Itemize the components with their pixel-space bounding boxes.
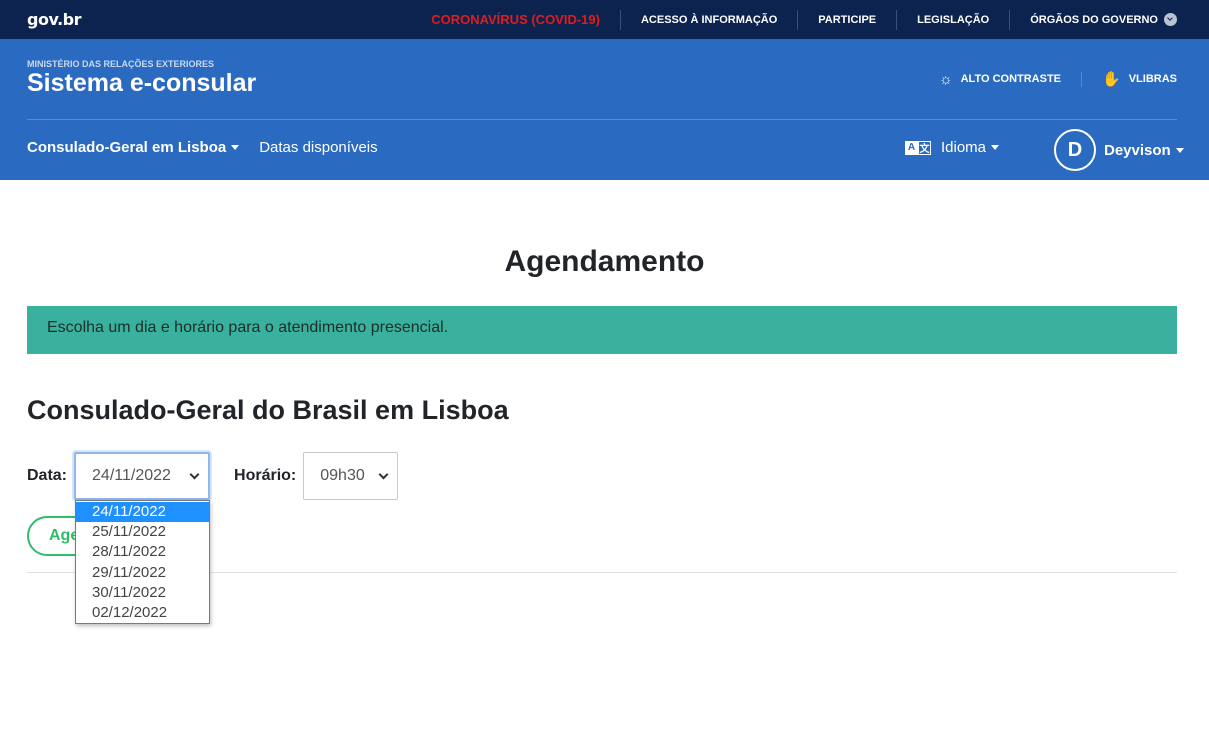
gov-links: CORONAVÍRUS (COVID-19) ACESSO À INFORMAÇ…	[411, 0, 1177, 39]
user-name-label: Deyvison	[1104, 141, 1171, 159]
user-name: Deyvison	[1104, 142, 1184, 159]
gov-top-bar: gov.br CORONAVÍRUS (COVID-19) ACESSO À I…	[0, 0, 1209, 39]
nav-consulate-dropdown[interactable]: Consulado-Geral em Lisboa	[27, 139, 240, 156]
vlibras-label: VLIBRAS	[1128, 73, 1177, 85]
orgaos-governo-label: ÓRGÃOS DO GOVERNO	[1030, 13, 1158, 26]
system-title[interactable]: Sistema e-consular	[27, 69, 256, 98]
caret-down-icon	[231, 145, 240, 150]
time-label: Horário:	[234, 467, 297, 484]
avatar: D	[1054, 129, 1096, 171]
accessibility-tools: ☼ ALTO CONTRASTE ✋ VLIBRAS	[919, 69, 1177, 89]
date-option[interactable]: 24/11/2022	[76, 502, 209, 523]
date-option[interactable]: 30/11/2022	[76, 583, 209, 603]
date-option[interactable]: 28/11/2022	[76, 542, 209, 562]
date-option[interactable]: 25/11/2022	[76, 522, 209, 542]
main-nav: Consulado-Geral em Lisboa Datas disponív…	[27, 139, 398, 156]
site-header: MINISTÉRIO DAS RELAÇÕES EXTERIORES Siste…	[0, 39, 1209, 180]
date-options-list: 24/11/2022 25/11/2022 28/11/2022 29/11/2…	[75, 500, 210, 624]
language-label: Idioma	[941, 139, 987, 156]
chevron-down-icon	[1164, 13, 1177, 26]
chevron-down-icon	[189, 469, 200, 479]
nav-consulate-label: Consulado-Geral em Lisboa	[27, 139, 227, 156]
translate-icon: A文	[905, 140, 932, 155]
date-option[interactable]: 29/11/2022	[76, 563, 209, 583]
date-select-value: 24/11/2022	[92, 467, 171, 484]
user-menu[interactable]: D Deyvison	[1054, 129, 1184, 171]
high-contrast-label: ALTO CONTRASTE	[960, 73, 1062, 85]
nav-available-dates[interactable]: Datas disponíveis	[259, 139, 377, 156]
vlibras-button[interactable]: ✋ VLIBRAS	[1082, 72, 1177, 87]
acesso-informacao-link[interactable]: ACESSO À INFORMAÇÃO	[619, 9, 797, 30]
time-select[interactable]: 09h30	[303, 452, 399, 500]
contrast-sun-icon: ☼	[938, 70, 953, 88]
legislacao-link[interactable]: LEGISLAÇÃO	[896, 9, 1009, 30]
sign-language-hand-icon: ✋	[1102, 70, 1121, 88]
time-select-value: 09h30	[320, 467, 365, 484]
info-alert: Escolha um dia e horário para o atendime…	[27, 306, 1177, 354]
high-contrast-button[interactable]: ☼ ALTO CONTRASTE	[919, 70, 1083, 88]
participe-link[interactable]: PARTICIPE	[797, 9, 896, 30]
caret-down-icon	[991, 145, 1000, 150]
covid-link[interactable]: CORONAVÍRUS (COVID-19)	[411, 10, 620, 30]
ministry-name: MINISTÉRIO DAS RELAÇÕES EXTERIORES	[27, 59, 215, 69]
chevron-down-icon	[378, 469, 389, 479]
schedule-form: Data: 24/11/2022 Horário: 09h30	[27, 452, 399, 500]
date-label: Data:	[27, 467, 68, 484]
orgaos-governo-link[interactable]: ÓRGÃOS DO GOVERNO	[1009, 9, 1177, 30]
date-select[interactable]: 24/11/2022	[74, 452, 211, 500]
caret-down-icon	[1175, 147, 1184, 153]
govbr-logo[interactable]: gov.br	[27, 10, 82, 29]
language-dropdown[interactable]: A文 Idioma	[905, 139, 1000, 156]
header-divider	[27, 119, 1177, 120]
date-option[interactable]: 02/12/2022	[76, 603, 209, 623]
page-title: Agendamento	[504, 245, 705, 278]
consulate-heading: Consulado-Geral do Brasil em Lisboa	[27, 395, 509, 425]
